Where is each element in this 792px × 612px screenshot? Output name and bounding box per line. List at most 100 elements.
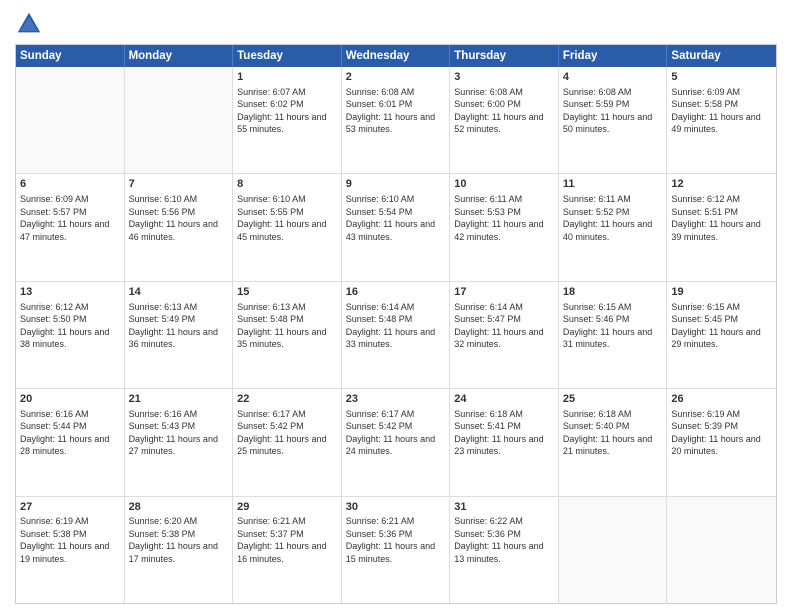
- calendar-cell-27: 27Sunrise: 6:19 AMSunset: 5:38 PMDayligh…: [16, 497, 125, 603]
- calendar-cell-4: 4 Sunrise: 6:08 AMSunset: 5:59 PMDaylight…: [559, 67, 668, 173]
- day-number: 8: [237, 177, 337, 192]
- cell-info: Sunrise: 6:19 AMSunset: 5:38 PMDaylight:…: [20, 516, 109, 563]
- calendar-cell-5: 5Sunrise: 6:09 AMSunset: 5:58 PMDaylight…: [667, 67, 776, 173]
- calendar-cell-empty-4-6: [667, 497, 776, 603]
- calendar-cell-26: 26Sunrise: 6:19 AMSunset: 5:39 PMDayligh…: [667, 389, 776, 495]
- calendar: SundayMondayTuesdayWednesdayThursdayFrid…: [15, 44, 777, 604]
- calendar-cell-7: 7 Sunrise: 6:10 AMSunset: 5:56 PMDaylight…: [125, 174, 234, 280]
- day-number: 16: [346, 285, 446, 300]
- day-number: 31: [454, 500, 554, 515]
- cell-info: Sunrise: 6:09 AMSunset: 5:57 PMDaylight:…: [20, 194, 109, 241]
- calendar-week-1: 1 Sunrise: 6:07 AMSunset: 6:02 PMDaylight…: [16, 67, 776, 174]
- cell-info: Sunrise: 6:09 AMSunset: 5:58 PMDaylight:…: [671, 87, 760, 134]
- calendar-cell-13: 13Sunrise: 6:12 AMSunset: 5:50 PMDayligh…: [16, 282, 125, 388]
- calendar-week-4: 20Sunrise: 6:16 AMSunset: 5:44 PMDayligh…: [16, 389, 776, 496]
- calendar-week-2: 6 Sunrise: 6:09 AMSunset: 5:57 PMDaylight…: [16, 174, 776, 281]
- calendar-day-header-wednesday: Wednesday: [342, 45, 451, 67]
- cell-info: Sunrise: 6:22 AMSunset: 5:36 PMDaylight:…: [454, 516, 543, 563]
- calendar-week-3: 13Sunrise: 6:12 AMSunset: 5:50 PMDayligh…: [16, 282, 776, 389]
- cell-info: Sunrise: 6:21 AMSunset: 5:37 PMDaylight:…: [237, 516, 326, 563]
- day-number: 18: [563, 285, 663, 300]
- calendar-week-5: 27Sunrise: 6:19 AMSunset: 5:38 PMDayligh…: [16, 497, 776, 603]
- calendar-cell-21: 21 Sunrise: 6:16 AMSunset: 5:43 PMDayligh…: [125, 389, 234, 495]
- calendar-cell-empty-0-1: [125, 67, 234, 173]
- calendar-cell-12: 12Sunrise: 6:12 AMSunset: 5:51 PMDayligh…: [667, 174, 776, 280]
- calendar-cell-1: 1 Sunrise: 6:07 AMSunset: 6:02 PMDaylight…: [233, 67, 342, 173]
- calendar-cell-17: 17 Sunrise: 6:14 AMSunset: 5:47 PMDayligh…: [450, 282, 559, 388]
- cell-info: Sunrise: 6:19 AMSunset: 5:39 PMDaylight:…: [671, 409, 760, 456]
- cell-info: Sunrise: 6:10 AMSunset: 5:56 PMDaylight:…: [129, 194, 218, 241]
- day-number: 19: [671, 285, 772, 300]
- day-number: 27: [20, 500, 120, 515]
- calendar-cell-8: 8 Sunrise: 6:10 AMSunset: 5:55 PMDaylight…: [233, 174, 342, 280]
- day-number: 24: [454, 392, 554, 407]
- day-number: 22: [237, 392, 337, 407]
- calendar-day-header-monday: Monday: [125, 45, 234, 67]
- day-number: 10: [454, 177, 554, 192]
- calendar-day-header-thursday: Thursday: [450, 45, 559, 67]
- calendar-cell-24: 24 Sunrise: 6:18 AMSunset: 5:41 PMDayligh…: [450, 389, 559, 495]
- calendar-cell-19: 19 Sunrise: 6:15 AMSunset: 5:45 PMDayligh…: [667, 282, 776, 388]
- day-number: 21: [129, 392, 229, 407]
- calendar-cell-2: 2Sunrise: 6:08 AMSunset: 6:01 PMDaylight…: [342, 67, 451, 173]
- cell-info: Sunrise: 6:18 AMSunset: 5:40 PMDaylight:…: [563, 409, 652, 456]
- cell-info: Sunrise: 6:14 AMSunset: 5:47 PMDaylight:…: [454, 302, 543, 349]
- cell-info: Sunrise: 6:12 AMSunset: 5:50 PMDaylight:…: [20, 302, 109, 349]
- calendar-cell-9: 9Sunrise: 6:10 AMSunset: 5:54 PMDaylight…: [342, 174, 451, 280]
- cell-info: Sunrise: 6:16 AMSunset: 5:43 PMDaylight:…: [129, 409, 218, 456]
- page-container: SundayMondayTuesdayWednesdayThursdayFrid…: [0, 0, 792, 612]
- calendar-cell-empty-4-5: [559, 497, 668, 603]
- calendar-body: 1 Sunrise: 6:07 AMSunset: 6:02 PMDaylight…: [16, 67, 776, 603]
- cell-info: Sunrise: 6:07 AMSunset: 6:02 PMDaylight:…: [237, 87, 326, 134]
- day-number: 28: [129, 500, 229, 515]
- cell-info: Sunrise: 6:20 AMSunset: 5:38 PMDaylight:…: [129, 516, 218, 563]
- cell-info: Sunrise: 6:13 AMSunset: 5:48 PMDaylight:…: [237, 302, 326, 349]
- calendar-cell-14: 14 Sunrise: 6:13 AMSunset: 5:49 PMDayligh…: [125, 282, 234, 388]
- calendar-cell-11: 11 Sunrise: 6:11 AMSunset: 5:52 PMDayligh…: [559, 174, 668, 280]
- day-number: 17: [454, 285, 554, 300]
- cell-info: Sunrise: 6:11 AMSunset: 5:52 PMDaylight:…: [563, 194, 652, 241]
- calendar-cell-20: 20Sunrise: 6:16 AMSunset: 5:44 PMDayligh…: [16, 389, 125, 495]
- calendar-cell-31: 31Sunrise: 6:22 AMSunset: 5:36 PMDayligh…: [450, 497, 559, 603]
- day-number: 30: [346, 500, 446, 515]
- calendar-day-header-friday: Friday: [559, 45, 668, 67]
- calendar-cell-16: 16 Sunrise: 6:14 AMSunset: 5:48 PMDayligh…: [342, 282, 451, 388]
- day-number: 14: [129, 285, 229, 300]
- day-number: 4: [563, 70, 663, 85]
- cell-info: Sunrise: 6:13 AMSunset: 5:49 PMDaylight:…: [129, 302, 218, 349]
- calendar-cell-28: 28Sunrise: 6:20 AMSunset: 5:38 PMDayligh…: [125, 497, 234, 603]
- day-number: 23: [346, 392, 446, 407]
- cell-info: Sunrise: 6:12 AMSunset: 5:51 PMDaylight:…: [671, 194, 760, 241]
- cell-info: Sunrise: 6:10 AMSunset: 5:54 PMDaylight:…: [346, 194, 435, 241]
- cell-info: Sunrise: 6:18 AMSunset: 5:41 PMDaylight:…: [454, 409, 543, 456]
- cell-info: Sunrise: 6:15 AMSunset: 5:45 PMDaylight:…: [671, 302, 760, 349]
- cell-info: Sunrise: 6:08 AMSunset: 6:00 PMDaylight:…: [454, 87, 543, 134]
- calendar-cell-3: 3 Sunrise: 6:08 AMSunset: 6:00 PMDaylight…: [450, 67, 559, 173]
- day-number: 7: [129, 177, 229, 192]
- calendar-cell-25: 25 Sunrise: 6:18 AMSunset: 5:40 PMDayligh…: [559, 389, 668, 495]
- cell-info: Sunrise: 6:10 AMSunset: 5:55 PMDaylight:…: [237, 194, 326, 241]
- day-number: 3: [454, 70, 554, 85]
- day-number: 11: [563, 177, 663, 192]
- day-number: 1: [237, 70, 337, 85]
- day-number: 29: [237, 500, 337, 515]
- day-number: 2: [346, 70, 446, 85]
- day-number: 20: [20, 392, 120, 407]
- calendar-cell-30: 30Sunrise: 6:21 AMSunset: 5:36 PMDayligh…: [342, 497, 451, 603]
- calendar-cell-15: 15 Sunrise: 6:13 AMSunset: 5:48 PMDayligh…: [233, 282, 342, 388]
- calendar-header: SundayMondayTuesdayWednesdayThursdayFrid…: [16, 45, 776, 67]
- cell-info: Sunrise: 6:14 AMSunset: 5:48 PMDaylight:…: [346, 302, 435, 349]
- calendar-day-header-tuesday: Tuesday: [233, 45, 342, 67]
- day-number: 15: [237, 285, 337, 300]
- calendar-cell-23: 23Sunrise: 6:17 AMSunset: 5:42 PMDayligh…: [342, 389, 451, 495]
- cell-info: Sunrise: 6:08 AMSunset: 5:59 PMDaylight:…: [563, 87, 652, 134]
- cell-info: Sunrise: 6:17 AMSunset: 5:42 PMDaylight:…: [237, 409, 326, 456]
- day-number: 6: [20, 177, 120, 192]
- calendar-cell-6: 6 Sunrise: 6:09 AMSunset: 5:57 PMDaylight…: [16, 174, 125, 280]
- cell-info: Sunrise: 6:11 AMSunset: 5:53 PMDaylight:…: [454, 194, 543, 241]
- calendar-cell-empty-0-0: [16, 67, 125, 173]
- calendar-cell-10: 10 Sunrise: 6:11 AMSunset: 5:53 PMDayligh…: [450, 174, 559, 280]
- calendar-day-header-sunday: Sunday: [16, 45, 125, 67]
- day-number: 25: [563, 392, 663, 407]
- calendar-cell-22: 22 Sunrise: 6:17 AMSunset: 5:42 PMDayligh…: [233, 389, 342, 495]
